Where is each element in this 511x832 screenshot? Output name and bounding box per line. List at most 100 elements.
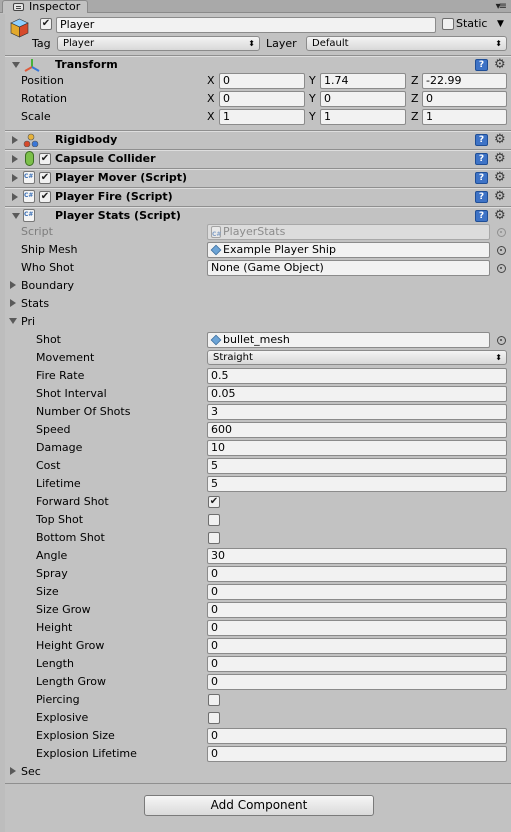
active-checkbox[interactable]: ✔	[40, 18, 52, 30]
transform-header[interactable]: Transform ? ⚙	[5, 55, 511, 74]
shot-interval-field[interactable]: 0.05	[207, 386, 507, 402]
help-icon[interactable]: ?	[475, 134, 488, 146]
rotation-x-field[interactable]: 0	[219, 91, 305, 107]
rotation-y-field[interactable]: 0	[320, 91, 406, 107]
foldout-closed-icon[interactable]	[12, 193, 18, 201]
foldout-closed-icon[interactable]	[12, 136, 18, 144]
layer-dropdown[interactable]: Default ⬍	[306, 36, 507, 51]
size-field[interactable]: 0	[207, 584, 507, 600]
position-y-field[interactable]: 1.74	[320, 73, 406, 89]
add-component-button[interactable]: Add Component	[144, 795, 374, 816]
script-icon	[211, 226, 221, 239]
foldout-open-icon[interactable]	[12, 213, 20, 219]
sec-foldout-icon[interactable]	[10, 767, 16, 775]
rotation-z-field[interactable]: 0	[422, 91, 507, 107]
height-grow-label: Height Grow	[36, 639, 105, 652]
speed-label: Speed	[36, 423, 71, 436]
player-fire-header[interactable]: ✔ Player Fire (Script) ? ⚙	[5, 187, 511, 206]
divider	[5, 783, 511, 784]
ship-mesh-label: Ship Mesh	[21, 243, 78, 256]
player-fire-enabled-checkbox[interactable]: ✔	[39, 191, 51, 203]
gear-icon[interactable]: ⚙	[494, 58, 506, 71]
foldout-closed-icon[interactable]	[12, 174, 18, 182]
player-mover-enabled-checkbox[interactable]: ✔	[39, 172, 51, 184]
script-icon	[23, 209, 35, 222]
rigidbody-header[interactable]: Rigidbody ? ⚙	[5, 130, 511, 149]
forward-shot-checkbox[interactable]: ✔	[208, 496, 220, 508]
size-grow-field[interactable]: 0	[207, 602, 507, 618]
position-z-field[interactable]: -22.99	[422, 73, 507, 89]
pri-foldout-icon[interactable]	[9, 318, 17, 324]
explosion-lifetime-field[interactable]: 0	[207, 746, 507, 762]
static-label: Static	[456, 17, 488, 30]
script-value: PlayerStats	[223, 225, 286, 238]
player-stats-header[interactable]: Player Stats (Script) ? ⚙	[5, 206, 511, 225]
object-picker-icon[interactable]	[497, 264, 506, 273]
gear-icon[interactable]: ⚙	[494, 133, 506, 146]
gameobject-header: ✔ Player Static ▼ Tag Player ⬍ Layer Def…	[0, 14, 511, 55]
length-grow-field[interactable]: 0	[207, 674, 507, 690]
object-picker-icon[interactable]	[497, 246, 506, 255]
explosive-checkbox[interactable]	[208, 712, 220, 724]
spray-field[interactable]: 0	[207, 566, 507, 582]
tab-label: Inspector	[29, 0, 81, 13]
angle-field[interactable]: 30	[207, 548, 507, 564]
length-field[interactable]: 0	[207, 656, 507, 672]
height-grow-field[interactable]: 0	[207, 638, 507, 654]
scale-z-field[interactable]: 1	[422, 109, 507, 125]
object-picker-icon[interactable]	[497, 336, 506, 345]
tag-dropdown[interactable]: Player ⬍	[57, 36, 260, 51]
script-icon	[23, 190, 35, 203]
help-icon[interactable]: ?	[475, 59, 488, 71]
cost-field[interactable]: 5	[207, 458, 507, 474]
gear-icon[interactable]: ⚙	[494, 190, 506, 203]
foldout-open-icon[interactable]	[12, 62, 20, 68]
movement-dropdown[interactable]: Straight ⬍	[207, 350, 507, 365]
fire-rate-field[interactable]: 0.5	[207, 368, 507, 384]
static-checkbox[interactable]	[442, 18, 454, 30]
piercing-label: Piercing	[36, 693, 80, 706]
gear-icon[interactable]: ⚙	[494, 209, 506, 222]
shot-field[interactable]: bullet_mesh	[207, 332, 490, 348]
top-shot-checkbox[interactable]	[208, 514, 220, 526]
gear-icon[interactable]: ⚙	[494, 152, 506, 165]
axis-y-label: Y	[309, 110, 316, 123]
gameobject-cube-icon	[10, 18, 29, 38]
help-icon[interactable]: ?	[475, 191, 488, 203]
foldout-closed-icon[interactable]	[12, 155, 18, 163]
gear-icon[interactable]: ⚙	[494, 171, 506, 184]
layer-value: Default	[312, 38, 349, 49]
scale-y-field[interactable]: 1	[320, 109, 406, 125]
explosion-size-field[interactable]: 0	[207, 728, 507, 744]
player-mover-header[interactable]: ✔ Player Mover (Script) ? ⚙	[5, 168, 511, 187]
object-picker-icon	[497, 228, 506, 237]
stats-foldout[interactable]: Stats	[21, 297, 49, 311]
damage-field[interactable]: 10	[207, 440, 507, 456]
shot-label: Shot	[36, 333, 61, 346]
pri-foldout[interactable]: Pri	[21, 315, 35, 329]
lifetime-field[interactable]: 5	[207, 476, 507, 492]
ship-mesh-field[interactable]: Example Player Ship	[207, 242, 490, 258]
position-x-field[interactable]: 0	[219, 73, 305, 89]
help-icon[interactable]: ?	[475, 210, 488, 222]
height-field[interactable]: 0	[207, 620, 507, 636]
capsule-collider-enabled-checkbox[interactable]: ✔	[39, 153, 51, 165]
who-shot-field[interactable]: None (Game Object)	[207, 260, 490, 276]
tab-inspector[interactable]: Inspector	[2, 0, 88, 13]
help-icon[interactable]: ?	[475, 153, 488, 165]
sec-foldout[interactable]: Sec	[21, 765, 41, 779]
piercing-checkbox[interactable]	[208, 694, 220, 706]
name-field[interactable]: Player	[56, 17, 436, 33]
help-icon[interactable]: ?	[475, 172, 488, 184]
static-dropdown-icon[interactable]: ▼	[497, 17, 504, 31]
scale-x-field[interactable]: 1	[219, 109, 305, 125]
speed-field[interactable]: 600	[207, 422, 507, 438]
number-of-shots-field[interactable]: 3	[207, 404, 507, 420]
boundary-foldout-icon[interactable]	[10, 281, 16, 289]
boundary-foldout[interactable]: Boundary	[21, 279, 74, 293]
bottom-shot-checkbox[interactable]	[208, 532, 220, 544]
capsule-collider-header[interactable]: ✔ Capsule Collider ? ⚙	[5, 149, 511, 168]
panel-menu-icon[interactable]: ▾≡	[496, 0, 507, 14]
stats-foldout-icon[interactable]	[10, 299, 16, 307]
explosive-label: Explosive	[36, 711, 89, 724]
